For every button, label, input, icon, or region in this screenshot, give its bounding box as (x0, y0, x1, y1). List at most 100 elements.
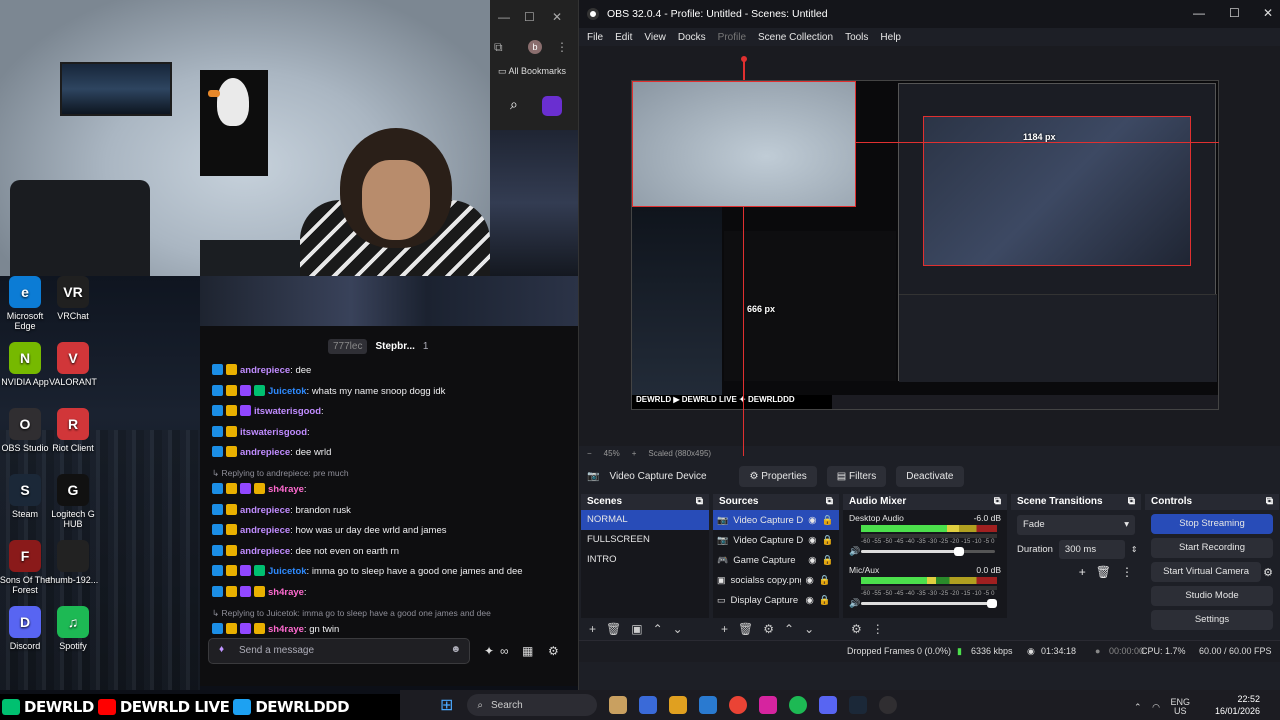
move-up-icon[interactable]: ⌃ (653, 622, 663, 636)
dock-popout-icon[interactable]: ⧉ (826, 496, 833, 508)
chat-username[interactable]: sh4raye (268, 587, 304, 598)
properties-button[interactable]: ⚙ Properties (739, 465, 817, 487)
taskbar-clock[interactable]: 22:52 16/01/2026 (1215, 693, 1260, 717)
scene-item[interactable]: FULLSCREEN (581, 530, 709, 550)
source-item[interactable]: 🎮 Game Capture ◉ 🔒 (713, 550, 839, 570)
gear-icon[interactable]: ⚙ (763, 622, 774, 636)
minimize-icon[interactable]: — (498, 10, 510, 24)
chat-username[interactable]: andrepiece (240, 505, 290, 516)
scale-mode[interactable]: Scaled (880x495) (648, 449, 711, 458)
desktop-icon[interactable]: VR VRChat (45, 276, 101, 321)
chat-username[interactable]: Juicetok (268, 386, 307, 397)
deactivate-button[interactable]: Deactivate (896, 465, 964, 487)
source-item[interactable]: ▣ socialss copy.png ◉ 🔒 (713, 570, 839, 590)
dock-popout-icon[interactable]: ⧉ (696, 496, 703, 508)
start-virtual-camera-button[interactable]: Start Virtual Camera (1151, 562, 1262, 582)
chat-tab-user[interactable]: Stepbr... (375, 341, 414, 352)
trash-icon[interactable]: 🗑 (738, 622, 753, 636)
spotify-icon[interactable] (789, 696, 808, 714)
filters-button[interactable]: ▤ Filters (826, 465, 887, 487)
desktop-icon[interactable]: V VALORANT (45, 342, 101, 387)
widget-icon[interactable] (609, 696, 628, 714)
menu-help[interactable]: Help (880, 32, 901, 43)
extension-icon[interactable] (542, 96, 562, 116)
maximize-icon[interactable]: ☐ (1229, 6, 1240, 20)
store-icon[interactable] (699, 696, 718, 714)
chat-tab-badge[interactable]: 777lec (328, 338, 368, 354)
speaker-icon[interactable]: 🔊 (849, 598, 860, 609)
gift-icon[interactable]: ▦ (522, 644, 533, 658)
menu-docks[interactable]: Docks (678, 32, 706, 43)
chat-settings-gear-icon[interactable]: ⚙ (548, 644, 559, 658)
lock-icon[interactable]: 🔒 (822, 555, 834, 566)
profile-avatar[interactable]: b (528, 40, 542, 54)
speaker-icon[interactable]: 🔊 (849, 546, 860, 557)
chat-message[interactable]: Juicetok: imma go to sleep have a good o… (212, 565, 523, 578)
chat-message[interactable]: sh4raye: (212, 483, 307, 496)
volume-slider-knob[interactable] (953, 547, 964, 556)
add-icon[interactable]: + (721, 622, 728, 636)
source-item[interactable]: ▭ Display Capture ◉ 🔒 (713, 590, 839, 610)
chat-username[interactable]: sh4raye (268, 624, 304, 635)
studio-mode-button[interactable]: Studio Mode (1151, 586, 1273, 606)
desktop-icon[interactable]: ♫ Spotify (45, 606, 101, 651)
chat-username[interactable]: andrepiece (240, 525, 290, 536)
trash-icon[interactable]: 🗑 (1096, 565, 1111, 579)
windows-start-icon[interactable]: ⊞ (440, 695, 453, 715)
chat-username[interactable]: Juicetok (268, 566, 307, 577)
stepper-icon[interactable]: ⇕ (1131, 545, 1138, 554)
chat-username[interactable]: andrepiece (240, 447, 290, 458)
discord-icon[interactable] (819, 696, 838, 714)
more-menu-icon[interactable]: ⋮ (1121, 565, 1133, 579)
obs-preview-area[interactable]: DEWRLD ▶ DEWRLD LIVE ✦ DEWRLDDD 1184 px … (579, 46, 1280, 456)
add-icon[interactable]: + (1079, 565, 1086, 579)
system-tray[interactable]: ⌃ ◠ ENG US (1134, 698, 1190, 716)
instagram-icon[interactable] (759, 696, 778, 714)
taskbar-search[interactable]: ⌕ Search (467, 694, 598, 716)
filter-icon[interactable]: ▣ (631, 622, 642, 636)
add-icon[interactable]: + (589, 622, 596, 636)
source-item[interactable]: 📷 Video Capture De ◉ 🔒 (713, 530, 839, 550)
visibility-eye-icon[interactable]: ◉ (806, 595, 814, 606)
chat-message[interactable]: itswaterisgood: (212, 405, 324, 418)
close-icon[interactable]: ✕ (1263, 6, 1273, 20)
steam-icon[interactable] (849, 696, 868, 714)
menu-file[interactable]: File (587, 32, 603, 43)
visibility-eye-icon[interactable]: ◉ (808, 515, 816, 526)
zoom-in-icon[interactable]: + (632, 449, 637, 458)
dock-popout-icon[interactable]: ⧉ (1128, 496, 1135, 508)
desktop-icon[interactable]: R Riot Client (45, 408, 101, 453)
desktop-icon[interactable]: G Logitech G HUB (45, 474, 101, 529)
chat-message[interactable]: andrepiece: dee (212, 364, 311, 377)
preview-canvas[interactable]: DEWRLD ▶ DEWRLD LIVE ✦ DEWRLDDD (631, 80, 1219, 410)
task-view-icon[interactable] (639, 696, 658, 714)
menu-edit[interactable]: Edit (615, 32, 632, 43)
language-indicator[interactable]: ENG US (1170, 698, 1190, 716)
chat-username[interactable]: itswaterisgood (254, 406, 321, 417)
more-menu-icon[interactable]: ⋮ (556, 40, 568, 54)
chat-message[interactable]: sh4raye: gn twin (212, 622, 339, 636)
chat-username[interactable]: sh4raye (268, 484, 304, 495)
visibility-eye-icon[interactable]: ◉ (808, 535, 816, 546)
visibility-eye-icon[interactable]: ◉ (808, 555, 816, 566)
source-item[interactable]: 📷 Video Capture De ◉ 🔒 (713, 510, 839, 530)
obs-icon[interactable] (879, 696, 898, 714)
emote-picker-icon[interactable]: ☻ (450, 644, 461, 655)
chat-message[interactable]: andrepiece: how was ur day dee wrld and … (212, 524, 446, 537)
minimize-icon[interactable]: — (1193, 6, 1205, 20)
menu-scene-collection[interactable]: Scene Collection (758, 32, 833, 43)
chat-input[interactable]: ♦ Send a message ☻ (208, 638, 470, 664)
lock-icon[interactable]: 🔒 (822, 535, 834, 546)
menu-profile[interactable]: Profile (718, 32, 746, 43)
lock-icon[interactable]: 🔒 (822, 515, 834, 526)
infinity-icon[interactable]: ∞ (500, 644, 509, 658)
chat-message[interactable]: itswaterisgood: (212, 425, 310, 439)
chat-username[interactable]: itswaterisgood (240, 427, 307, 438)
menu-view[interactable]: View (644, 32, 666, 43)
start-recording-button[interactable]: Start Recording (1151, 538, 1273, 558)
preview-webcam-source[interactable] (632, 81, 856, 207)
chat-message[interactable]: sh4raye: (212, 586, 307, 599)
bits-icon[interactable]: ♦ (219, 644, 224, 655)
advanced-audio-icon[interactable]: ⚙ (851, 622, 862, 636)
extensions-icon[interactable]: ⧉ (494, 40, 503, 55)
